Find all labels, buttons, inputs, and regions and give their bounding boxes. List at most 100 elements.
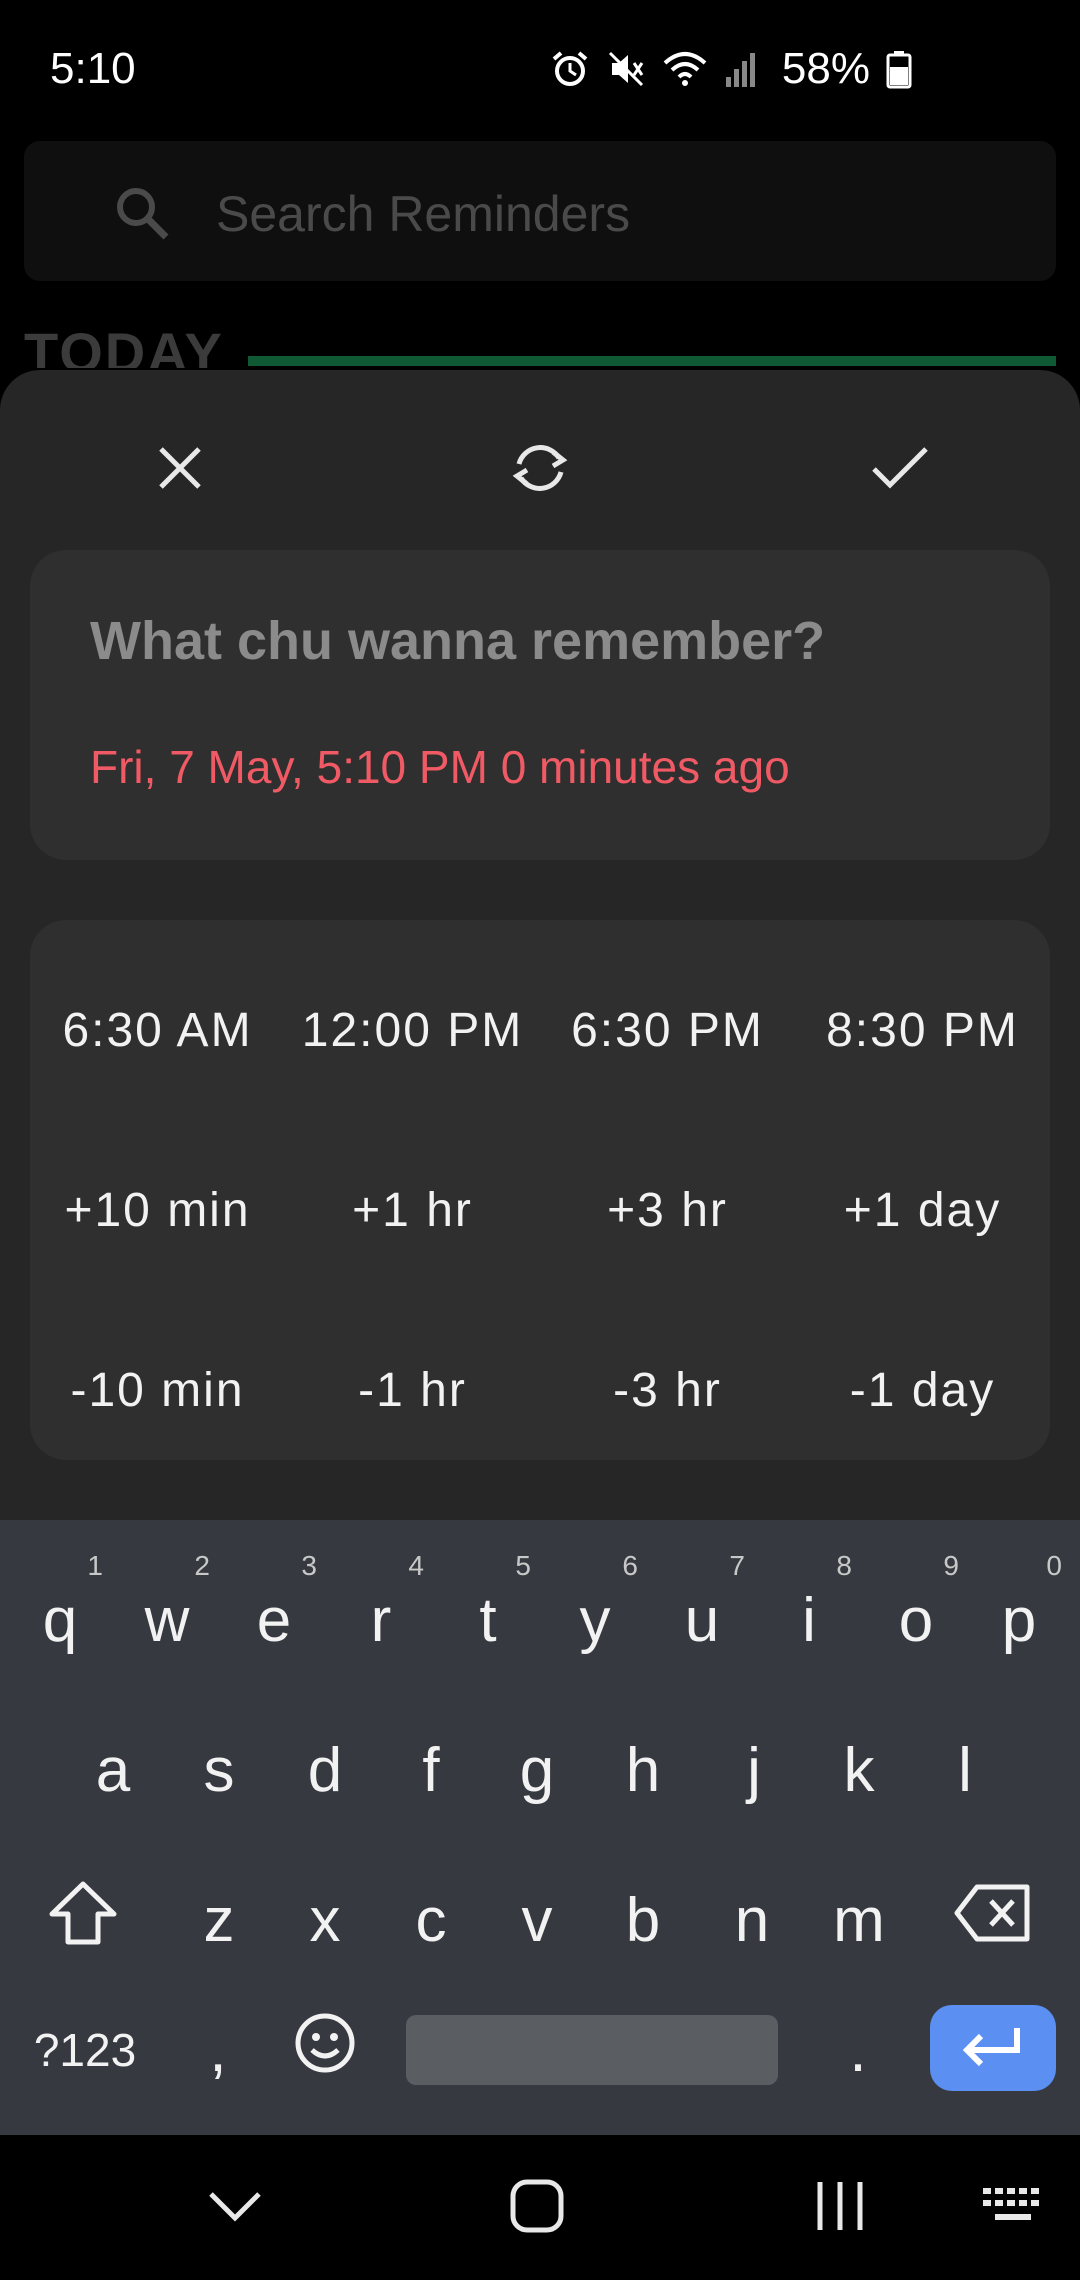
reminder-title-input[interactable]: What chu wanna remember? — [90, 610, 825, 672]
comma-key[interactable]: , — [168, 1990, 268, 2110]
recents-icon — [812, 2178, 868, 2239]
emoji-icon — [294, 2012, 356, 2089]
key-label: i — [802, 1585, 816, 1655]
key-hint: 4 — [408, 1550, 424, 1581]
key-z[interactable]: z — [166, 1860, 272, 1980]
shift-icon — [48, 1880, 118, 1961]
key-u[interactable]: u7 — [649, 1550, 755, 1680]
keyboard-icon — [981, 2184, 1045, 2233]
alarm-icon — [550, 49, 590, 89]
keyboard-switch-button[interactable] — [968, 2163, 1058, 2253]
key-r[interactable]: r4 — [328, 1550, 434, 1680]
keyboard-row-2: a s d f g h j k l — [0, 1710, 1080, 1830]
reminder-sheet: What chu wanna remember? Fri, 7 May, 5:1… — [0, 370, 1080, 1520]
shift-key[interactable] — [30, 1860, 136, 1980]
mute-icon — [606, 49, 646, 89]
emoji-key[interactable] — [272, 1990, 378, 2110]
key-label: t — [479, 1585, 497, 1655]
status-bar: 5:10 58% — [0, 0, 1080, 140]
add-time-button[interactable]: +1 hr — [285, 1160, 540, 1260]
key-f[interactable]: f — [378, 1710, 484, 1830]
quick-time-button[interactable]: 6:30 AM — [30, 980, 285, 1080]
key-w[interactable]: w2 — [114, 1550, 220, 1680]
key-label: u — [684, 1585, 720, 1655]
battery-icon — [886, 49, 912, 89]
symbols-key[interactable]: ?123 — [20, 1990, 150, 2110]
key-label: e — [256, 1585, 292, 1655]
status-icons: 58% — [550, 44, 912, 94]
key-g[interactable]: g — [484, 1710, 590, 1830]
hide-keyboard-button[interactable] — [190, 2163, 280, 2253]
subtract-time-button[interactable]: -10 min — [30, 1340, 285, 1440]
key-k[interactable]: k — [806, 1710, 912, 1830]
quick-time-card: 6:30 AM 12:00 PM 6:30 PM 8:30 PM +10 min… — [30, 920, 1050, 1460]
key-t[interactable]: t5 — [435, 1550, 541, 1680]
key-label: y — [579, 1585, 611, 1655]
key-hint: 3 — [301, 1550, 317, 1581]
subtract-time-button[interactable]: -1 hr — [285, 1340, 540, 1440]
key-j[interactable]: j — [701, 1710, 807, 1830]
key-b[interactable]: b — [590, 1860, 696, 1980]
save-button[interactable] — [850, 420, 950, 520]
home-button[interactable] — [492, 2163, 582, 2253]
key-o[interactable]: o9 — [863, 1550, 969, 1680]
quick-time-button[interactable]: 12:00 PM — [285, 980, 540, 1080]
key-c[interactable]: c — [378, 1860, 484, 1980]
key-m[interactable]: m — [806, 1860, 912, 1980]
key-n[interactable]: n — [699, 1860, 805, 1980]
search-input[interactable]: Search Reminders — [216, 185, 630, 243]
key-d[interactable]: d — [272, 1710, 378, 1830]
keyboard-row-3: z x c v b n m — [0, 1860, 1080, 1980]
backspace-key[interactable] — [940, 1860, 1046, 1980]
key-l[interactable]: l — [912, 1710, 1018, 1830]
section-divider — [248, 356, 1056, 366]
close-button[interactable] — [130, 420, 230, 520]
signal-icon — [724, 49, 760, 89]
key-i[interactable]: i8 — [756, 1550, 862, 1680]
subtract-time-button[interactable]: -3 hr — [540, 1340, 795, 1440]
key-hint: 7 — [729, 1550, 745, 1581]
key-label: p — [1001, 1585, 1037, 1655]
add-time-button[interactable]: +10 min — [30, 1160, 285, 1260]
key-e[interactable]: e3 — [221, 1550, 327, 1680]
key-v[interactable]: v — [484, 1860, 590, 1980]
quick-time-button[interactable]: 8:30 PM — [795, 980, 1050, 1080]
enter-icon — [961, 2024, 1025, 2073]
backspace-icon — [953, 1883, 1033, 1958]
key-hint: 0 — [1046, 1550, 1062, 1581]
key-label: q — [42, 1585, 78, 1655]
search-bar[interactable]: Search Reminders — [24, 141, 1056, 281]
reset-button[interactable] — [490, 420, 590, 520]
key-hint: 6 — [622, 1550, 638, 1581]
key-h[interactable]: h — [590, 1710, 696, 1830]
space-key[interactable] — [406, 2015, 778, 2085]
key-x[interactable]: x — [272, 1860, 378, 1980]
key-y[interactable]: y6 — [542, 1550, 648, 1680]
add-time-button[interactable]: +3 hr — [540, 1160, 795, 1260]
quick-time-button[interactable]: 6:30 PM — [540, 980, 795, 1080]
key-s[interactable]: s — [166, 1710, 272, 1830]
quick-times-row: 6:30 AM 12:00 PM 6:30 PM 8:30 PM — [30, 980, 1050, 1080]
key-hint: 9 — [943, 1550, 959, 1581]
key-hint: 8 — [836, 1550, 852, 1581]
check-icon — [870, 443, 930, 498]
key-p[interactable]: p0 — [966, 1550, 1072, 1680]
navigation-bar — [0, 2135, 1080, 2280]
reminder-input-card: What chu wanna remember? Fri, 7 May, 5:1… — [30, 550, 1050, 860]
key-hint: 1 — [87, 1550, 103, 1581]
status-time: 5:10 — [50, 44, 136, 93]
recents-button[interactable] — [795, 2163, 885, 2253]
refresh-icon — [505, 438, 575, 503]
add-time-button[interactable]: +1 day — [795, 1160, 1050, 1260]
key-hint: 5 — [515, 1550, 531, 1581]
period-key[interactable]: . — [808, 1990, 908, 2110]
search-icon — [112, 183, 172, 248]
subtract-time-button[interactable]: -1 day — [795, 1340, 1050, 1440]
key-q[interactable]: q1 — [7, 1550, 113, 1680]
enter-key[interactable] — [930, 2005, 1056, 2091]
keyboard: q1 w2 e3 r4 t5 y6 u7 i8 o9 p0 a s d f g … — [0, 1520, 1080, 2135]
reminder-datetime[interactable]: Fri, 7 May, 5:10 PM 0 minutes ago — [90, 740, 790, 794]
chevron-down-icon — [207, 2188, 263, 2229]
key-a[interactable]: a — [60, 1710, 166, 1830]
close-icon — [155, 443, 205, 498]
